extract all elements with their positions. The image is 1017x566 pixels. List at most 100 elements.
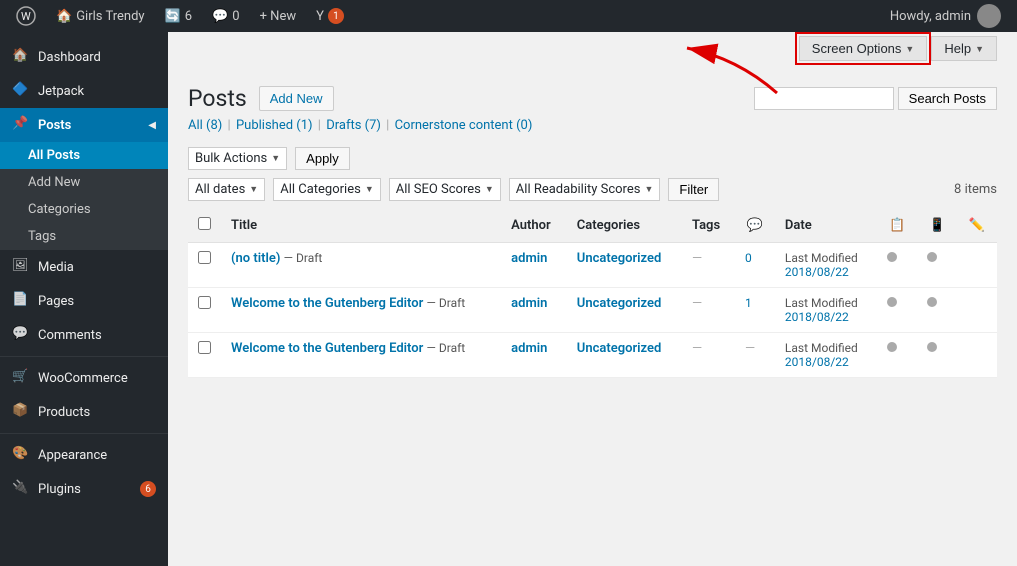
author-link[interactable]: admin [511, 296, 547, 311]
updates-item[interactable]: 🔄 6 [157, 0, 201, 32]
post-title-link[interactable]: Welcome to the Gutenberg Editor [231, 296, 423, 311]
submenu-categories[interactable]: Categories [0, 196, 168, 223]
category-link[interactable]: Uncategorized [577, 251, 662, 266]
date-header: Date [775, 209, 877, 243]
select-all-col [188, 209, 221, 243]
date-label: Last Modified [785, 251, 858, 265]
filter-published[interactable]: Published (1) [236, 118, 313, 133]
comments-cell: 1 [735, 288, 775, 333]
filter-links: All (8) | Published (1) | Drafts (7) | C… [168, 112, 1017, 139]
comments-item[interactable]: 💬 0 [204, 0, 248, 32]
dates-caret: ▼ [249, 184, 258, 195]
screen-options-bar: Screen Options ▼ Help ▼ [168, 32, 1017, 69]
comment-icon: 💬 [212, 9, 228, 24]
post-title-link[interactable]: (no title) [231, 251, 280, 266]
author-header: Author [501, 209, 567, 243]
post-title-link[interactable]: Welcome to the Gutenberg Editor [231, 341, 423, 356]
seo-filter[interactable]: All SEO Scores ▼ [389, 178, 501, 201]
title-cell: (no title) — Draft [221, 243, 501, 288]
sep3: | [386, 118, 392, 133]
items-count: 8 items [954, 182, 997, 197]
submenu-add-new[interactable]: Add New [0, 169, 168, 196]
sidebar: 🏠 Dashboard 🔷 Jetpack 📌 Posts ◀ All Post… [0, 32, 168, 566]
title-cell: Welcome to the Gutenberg Editor — Draft [221, 333, 501, 378]
submenu-tags[interactable]: Tags [0, 223, 168, 250]
filter-drafts[interactable]: Drafts (7) [326, 118, 381, 133]
screen-options-button[interactable]: Screen Options ▼ [799, 36, 928, 61]
sidebar-item-appearance[interactable]: 🎨 Appearance [0, 438, 168, 472]
menu-separator-2 [0, 433, 168, 434]
table-header-row: Title Author Categories Tags 💬 Date 📋 📱 [188, 209, 997, 243]
seo-dot [887, 252, 897, 262]
apply-button[interactable]: Apply [295, 147, 350, 170]
categories-filter[interactable]: All Categories ▼ [273, 178, 381, 201]
filter-cornerstone[interactable]: Cornerstone content (0) [395, 118, 533, 133]
table-row: Welcome to the Gutenberg Editor — Draft … [188, 288, 997, 333]
sidebar-item-woocommerce[interactable]: 🛒 WooCommerce [0, 361, 168, 395]
sidebar-item-dashboard[interactable]: 🏠 Dashboard [0, 40, 168, 74]
author-link[interactable]: admin [511, 251, 547, 266]
search-posts-button[interactable]: Search Posts [898, 87, 997, 110]
categories-caret: ▼ [365, 184, 374, 195]
row-checkbox[interactable] [198, 296, 211, 309]
new-content-item[interactable]: + New [252, 0, 305, 32]
main-layout: 🏠 Dashboard 🔷 Jetpack 📌 Posts ◀ All Post… [0, 32, 1017, 566]
sidebar-item-jetpack[interactable]: 🔷 Jetpack [0, 74, 168, 108]
dashboard-icon: 🏠 [12, 48, 30, 66]
page-header: Posts Add New Search Posts [168, 69, 1017, 112]
filter-button[interactable]: Filter [668, 178, 719, 201]
sidebar-item-products[interactable]: 📦 Products [0, 395, 168, 429]
sidebar-item-label: Plugins [38, 482, 81, 497]
categories-header: Categories [567, 209, 682, 243]
home-icon: 🏠 [56, 9, 72, 24]
sidebar-item-posts[interactable]: 📌 Posts ◀ [0, 108, 168, 142]
comments-cell: — [735, 333, 775, 378]
sidebar-item-plugins[interactable]: 🔌 Plugins 6 [0, 472, 168, 506]
wp-logo[interactable]: W [8, 0, 44, 32]
sidebar-item-pages[interactable]: 📄 Pages [0, 284, 168, 318]
media-icon: 🖼 [12, 258, 30, 276]
select-all-checkbox[interactable] [198, 217, 211, 230]
readability-filter[interactable]: All Readability Scores ▼ [509, 178, 661, 201]
date-value: 2018/08/22 [785, 355, 849, 369]
edit-icon-header: ✏️ [957, 209, 997, 243]
categories-cell: Uncategorized [567, 243, 682, 288]
submenu-all-posts[interactable]: All Posts [0, 142, 168, 169]
add-new-button[interactable]: Add New [259, 86, 334, 111]
readability-dot-cell [917, 333, 957, 378]
toolbar: Bulk Actions ▼ Apply [168, 139, 1017, 178]
sidebar-item-comments[interactable]: 💬 Comments [0, 318, 168, 352]
edit-cell [957, 243, 997, 288]
author-link[interactable]: admin [511, 341, 547, 356]
sidebar-item-label: Comments [38, 328, 102, 343]
author-cell: admin [501, 333, 567, 378]
table-head: Title Author Categories Tags 💬 Date 📋 📱 [188, 209, 997, 243]
seo-dot [887, 342, 897, 352]
table-row: Welcome to the Gutenberg Editor — Draft … [188, 333, 997, 378]
bulk-actions-dropdown[interactable]: Bulk Actions ▼ [188, 147, 287, 170]
plugins-badge: 6 [140, 481, 156, 497]
category-link[interactable]: Uncategorized [577, 341, 662, 356]
site-name[interactable]: 🏠 Girls Trendy [48, 0, 153, 32]
row-checkbox-cell [188, 288, 221, 333]
readability-caret: ▼ [644, 184, 653, 195]
wp-icon: W [16, 6, 36, 26]
yoast-item[interactable]: Y 1 [308, 0, 352, 32]
posts-table: Title Author Categories Tags 💬 Date 📋 📱 [188, 209, 997, 378]
post-status: — Draft [284, 251, 323, 265]
seo-icon-header: 📋 [877, 209, 917, 243]
row-checkbox[interactable] [198, 251, 211, 264]
seo-dot-cell [877, 288, 917, 333]
help-button[interactable]: Help ▼ [931, 36, 997, 61]
filter-all[interactable]: All (8) [188, 118, 222, 133]
category-link[interactable]: Uncategorized [577, 296, 662, 311]
tags-cell: — [682, 333, 735, 378]
row-checkbox[interactable] [198, 341, 211, 354]
date-cell: Last Modified 2018/08/22 [775, 333, 877, 378]
title-cell: Welcome to the Gutenberg Editor — Draft [221, 288, 501, 333]
posts-arrow: ◀ [148, 120, 156, 131]
products-icon: 📦 [12, 403, 30, 421]
sidebar-item-media[interactable]: 🖼 Media [0, 250, 168, 284]
search-input[interactable] [754, 87, 894, 110]
dates-filter[interactable]: All dates ▼ [188, 178, 265, 201]
